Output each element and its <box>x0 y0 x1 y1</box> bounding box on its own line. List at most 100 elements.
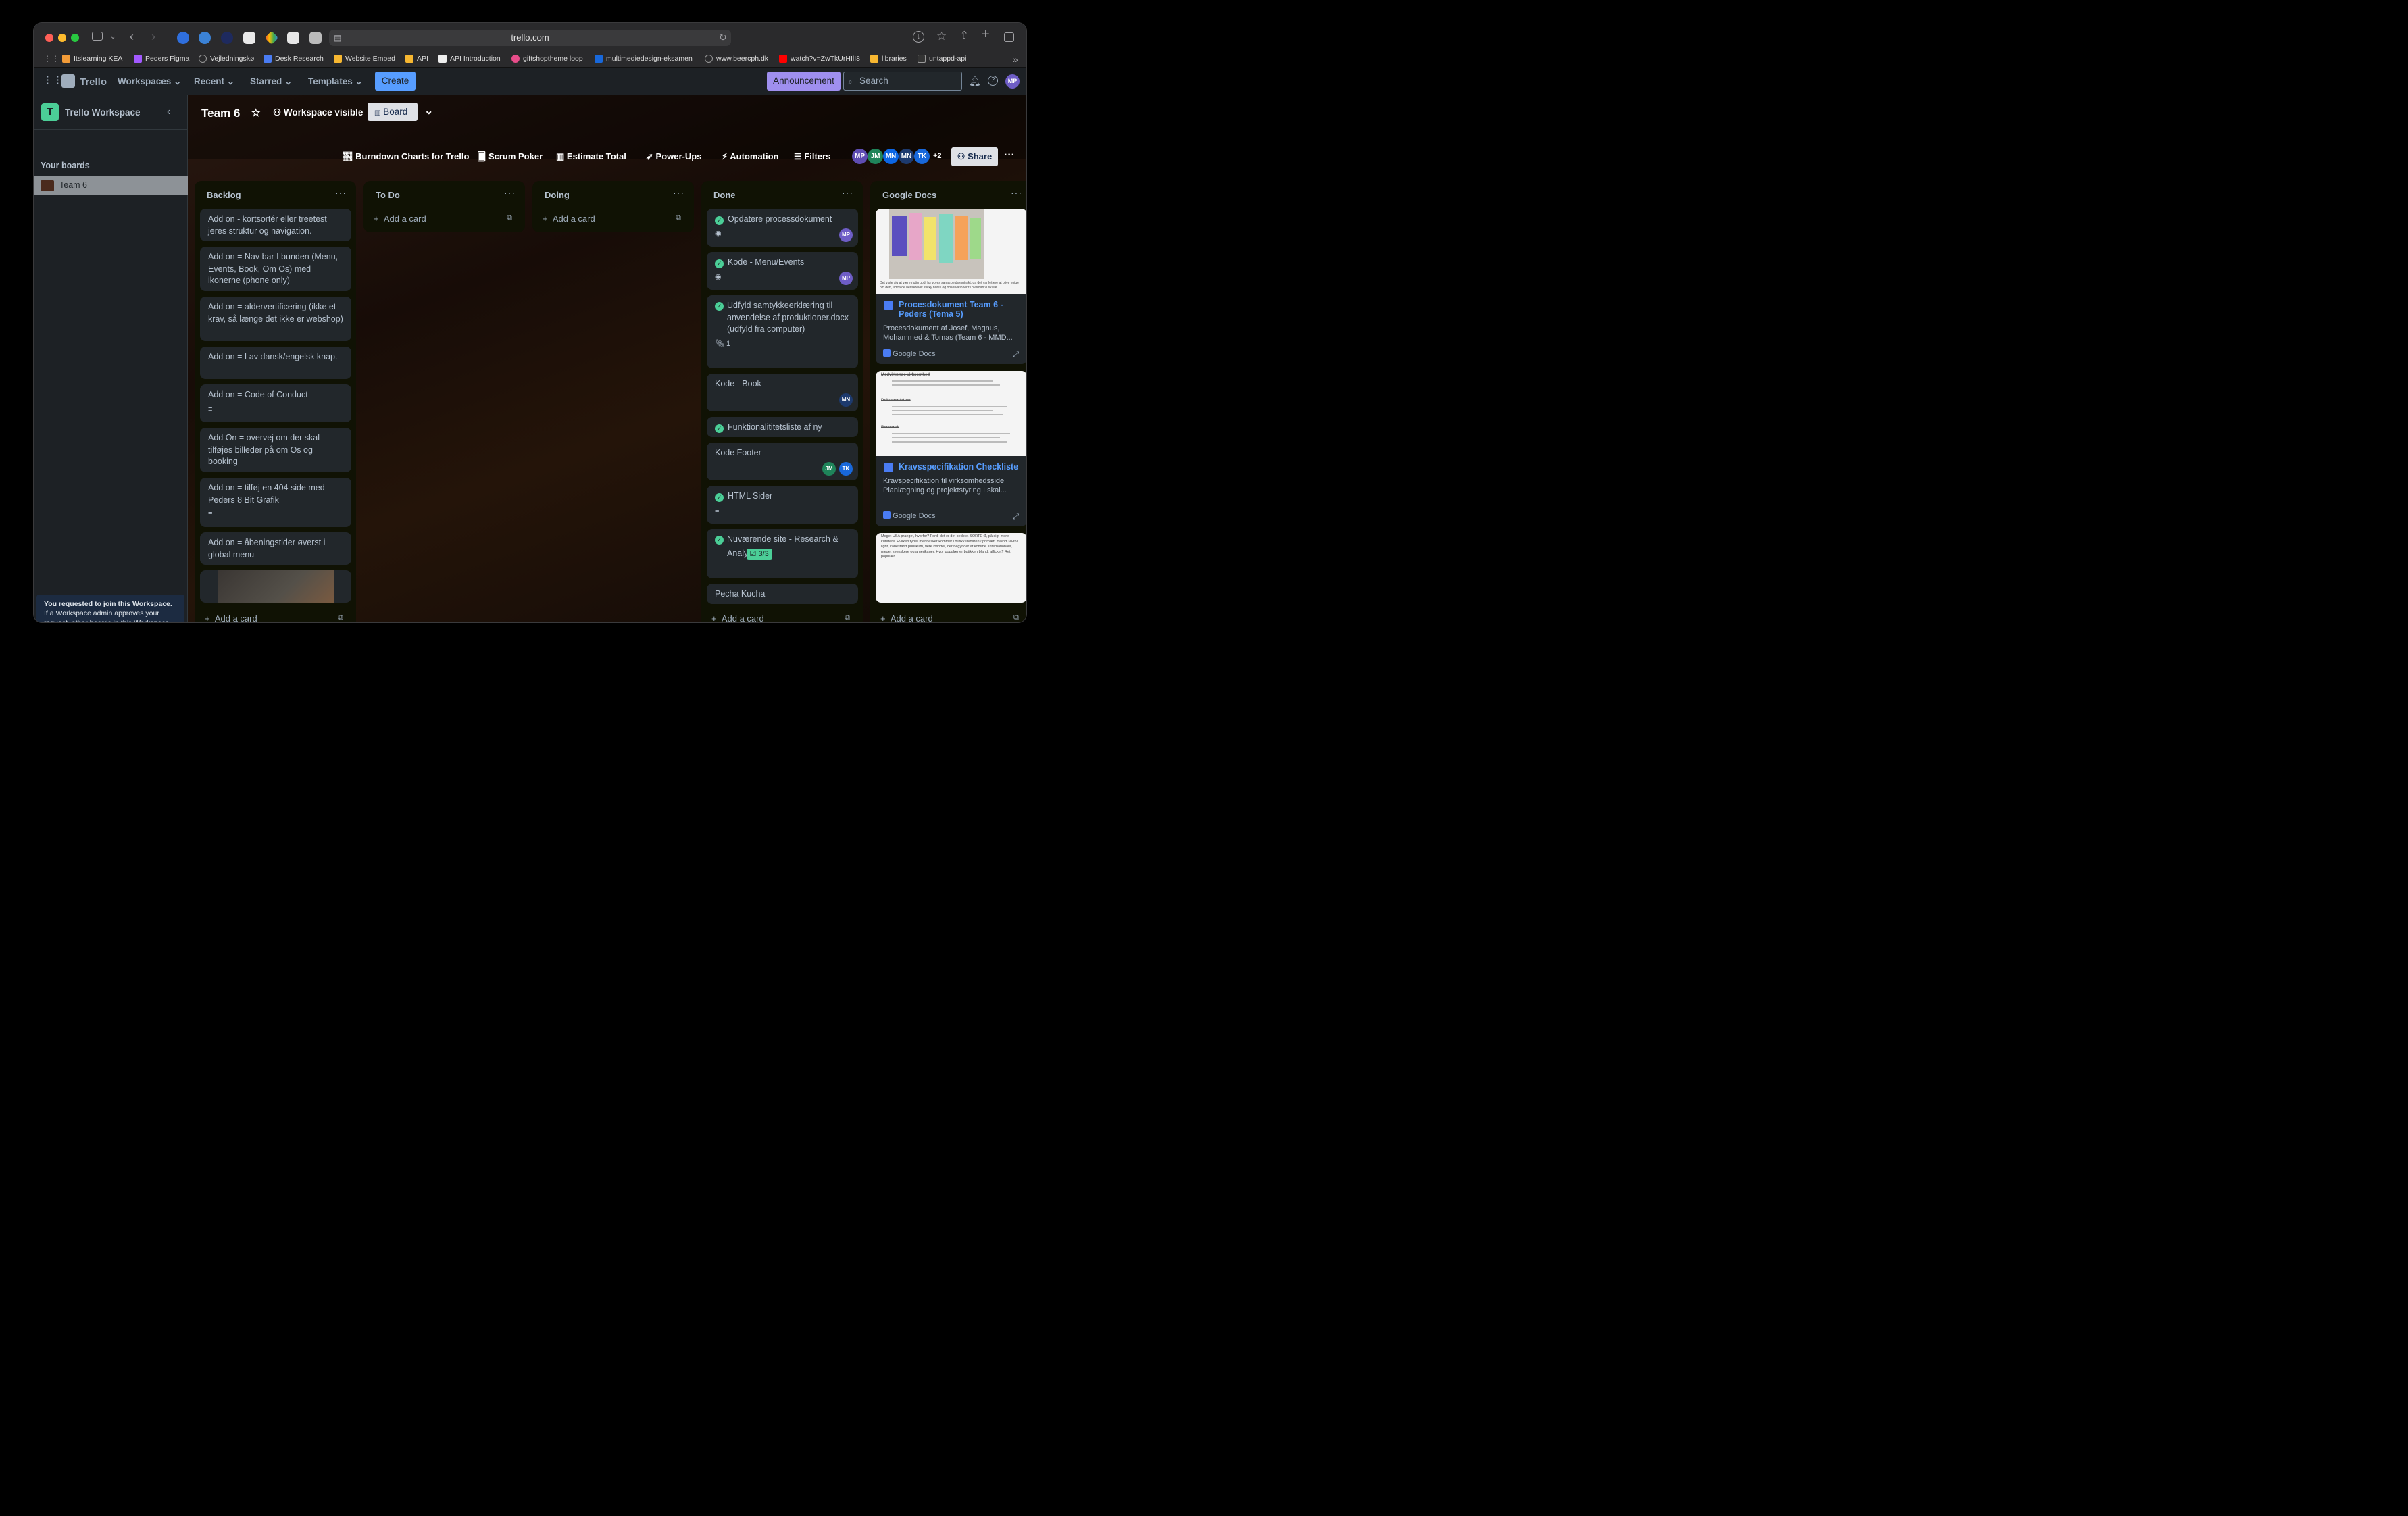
add-card-button[interactable]: + Add a card <box>374 213 426 224</box>
expand-icon[interactable]: ⤢ <box>1013 351 1019 359</box>
chevron-down-icon[interactable]: ⌄ <box>110 32 116 43</box>
view-switcher-chevron-icon[interactable]: ⌄ <box>424 104 433 118</box>
workspace-name[interactable]: Trello Workspace <box>65 107 141 118</box>
adblock-extension-icon[interactable] <box>199 32 211 44</box>
card[interactable]: ✓ Opdatere processdokument ◉ MP <box>707 209 858 247</box>
card[interactable]: Add on = tilføj en 404 side med Peders 8… <box>200 478 351 527</box>
bookmark-item[interactable]: Itslearning KEA <box>62 55 122 63</box>
more-members-count[interactable]: +2 <box>933 152 942 160</box>
trello-brand[interactable]: Trello <box>80 76 107 88</box>
search-input[interactable]: ⌕ Search <box>843 72 962 91</box>
trello-logo-icon[interactable] <box>61 74 75 88</box>
google-doc-card[interactable]: Medvirkende virksomhed Dokumentation Res… <box>876 371 1026 526</box>
star-icon[interactable]: ☆ <box>251 107 260 119</box>
card[interactable]: Kode - Book MN <box>707 374 858 411</box>
bookmark-item[interactable]: Vejledningskø <box>199 55 254 63</box>
add-card-button[interactable]: + Add a card <box>711 613 764 622</box>
google-doc-card[interactable]: Meget USA praeget, hvorfor? Fordi det er… <box>876 533 1026 603</box>
add-card-button[interactable]: + Add a card <box>205 613 257 622</box>
tab-overview-icon[interactable] <box>1004 32 1014 42</box>
board-view-button[interactable]: ▥ Board <box>368 103 418 121</box>
extension-icon[interactable] <box>221 32 233 44</box>
card[interactable]: Add on = Nav bar I bunden (Menu, Events,… <box>200 247 351 291</box>
bookmark-item[interactable]: Desk Research <box>264 55 324 63</box>
bookmark-item[interactable]: giftshoptheme loop <box>511 55 583 63</box>
template-icon[interactable]: ⧉ <box>845 613 850 622</box>
sidebar-toggle-icon[interactable] <box>92 32 103 41</box>
burndown-powerup[interactable]: 📉︎ Burndown Charts for Trello <box>342 151 469 162</box>
list-title[interactable]: Backlog <box>207 190 241 200</box>
bookmark-item[interactable]: multimediedesign-eksamen <box>595 55 693 63</box>
nav-recent[interactable]: Recent ⌄ <box>194 76 234 87</box>
download-icon[interactable]: ↓ <box>913 31 924 43</box>
scrum-poker-powerup[interactable]: 🂠 Scrum Poker <box>477 151 543 162</box>
announcement-button[interactable]: Announcement <box>767 72 841 91</box>
close-window-button[interactable] <box>45 34 53 42</box>
doc-title[interactable]: Kravsspecifikation Checkliste <box>899 462 1020 472</box>
extension-icon[interactable] <box>309 32 322 44</box>
card[interactable]: Add On = overvej om der skal tilføjes bi… <box>200 428 351 472</box>
power-ups-button[interactable]: ➶ Power-Ups <box>646 151 701 162</box>
member-avatar[interactable]: JM <box>868 149 883 164</box>
nav-templates[interactable]: Templates ⌄ <box>308 76 363 87</box>
card[interactable]: ✓ Udfyld samtykkeerklæring til anvendelse… <box>707 295 858 368</box>
card[interactable]: Add on = Code of Conduct ≡ <box>200 384 351 422</box>
board-menu-icon[interactable]: ··· <box>1004 149 1015 161</box>
bookmark-item[interactable]: www.beercph.dk <box>705 55 768 63</box>
template-icon[interactable]: ⧉ <box>1013 613 1019 622</box>
member-avatar[interactable]: MP <box>839 228 853 242</box>
card-image[interactable] <box>200 570 351 603</box>
nav-workspaces[interactable]: Workspaces ⌄ <box>118 76 181 87</box>
add-card-button[interactable]: + Add a card <box>543 213 595 224</box>
list-actions-icon[interactable]: ··· <box>1011 187 1022 198</box>
list-actions-icon[interactable]: ··· <box>335 187 347 198</box>
card[interactable]: Add on = aldervertificering (ikke et kra… <box>200 297 351 341</box>
estimate-total-powerup[interactable]: ▥ Estimate Total <box>556 151 626 162</box>
member-avatar[interactable]: MN <box>883 149 899 164</box>
share-button[interactable]: ⚇ Share <box>951 147 998 166</box>
template-icon[interactable]: ⧉ <box>676 213 681 222</box>
member-avatar[interactable]: MN <box>839 393 853 407</box>
bookmark-item[interactable]: libraries <box>870 55 907 63</box>
google-doc-card[interactable]: Det viste sig at være rigtig godt for vo… <box>876 209 1026 364</box>
list-title[interactable]: Doing <box>545 190 570 200</box>
minimize-window-button[interactable] <box>58 34 66 42</box>
create-button[interactable]: Create <box>375 72 416 91</box>
checklist-extension-icon[interactable] <box>243 32 255 44</box>
card[interactable]: ✓ Kode - Menu/Events ◉ MP <box>707 252 858 290</box>
bookmark-item[interactable]: untappd-api <box>918 55 966 63</box>
member-avatar[interactable]: TK <box>839 462 853 476</box>
list-actions-icon[interactable]: ··· <box>842 187 853 198</box>
notifications-bell-icon[interactable]: 🔔︎ <box>969 76 981 86</box>
card[interactable]: Add on = åbeningstider øverst i global m… <box>200 532 351 565</box>
card[interactable]: ✓ HTML Sider ≡ <box>707 486 858 524</box>
forward-icon[interactable]: › <box>151 30 155 43</box>
nav-starred[interactable]: Starred ⌄ <box>250 76 292 87</box>
reload-icon[interactable]: ↻ <box>719 32 727 43</box>
share-icon[interactable]: ⇧ <box>960 30 969 41</box>
page-settings-icon[interactable]: ▤ <box>334 32 341 43</box>
template-icon[interactable]: ⧉ <box>507 213 512 222</box>
member-avatar[interactable]: MP <box>839 272 853 285</box>
bookmark-star-icon[interactable]: ☆ <box>936 30 947 42</box>
member-avatar[interactable]: MP <box>852 149 868 164</box>
card[interactable]: Add on = Lav dansk/engelsk knap. <box>200 347 351 379</box>
user-avatar[interactable]: MP <box>1005 74 1020 89</box>
bookmark-item[interactable]: Peders Figma <box>134 55 189 63</box>
expand-icon[interactable]: ⤢ <box>1013 513 1019 522</box>
more-bookmarks-icon[interactable]: » <box>1013 54 1018 65</box>
bookmark-item[interactable]: API Introduction <box>438 55 501 63</box>
zoom-window-button[interactable] <box>71 34 79 42</box>
help-icon[interactable]: ? <box>988 76 998 86</box>
collapse-sidebar-icon[interactable]: ‹ <box>167 107 170 118</box>
visibility-button[interactable]: ⚇ Workspace visible <box>273 107 363 118</box>
bitwarden-extension-icon[interactable] <box>177 32 189 44</box>
sidebar-item-team6[interactable] <box>34 176 188 195</box>
bookmark-item[interactable]: Website Embed <box>334 55 395 63</box>
card[interactable]: ✓ Funktionalititetsliste af ny <box>707 417 858 437</box>
card[interactable]: Kode Footer JM TK <box>707 443 858 480</box>
list-title[interactable]: Done <box>713 190 736 200</box>
member-avatar[interactable]: MN <box>899 149 914 164</box>
card[interactable]: ✓ Nuværende site - Research & Analysis☑ 3… <box>707 529 858 578</box>
board-title[interactable]: Team 6 <box>201 107 240 120</box>
